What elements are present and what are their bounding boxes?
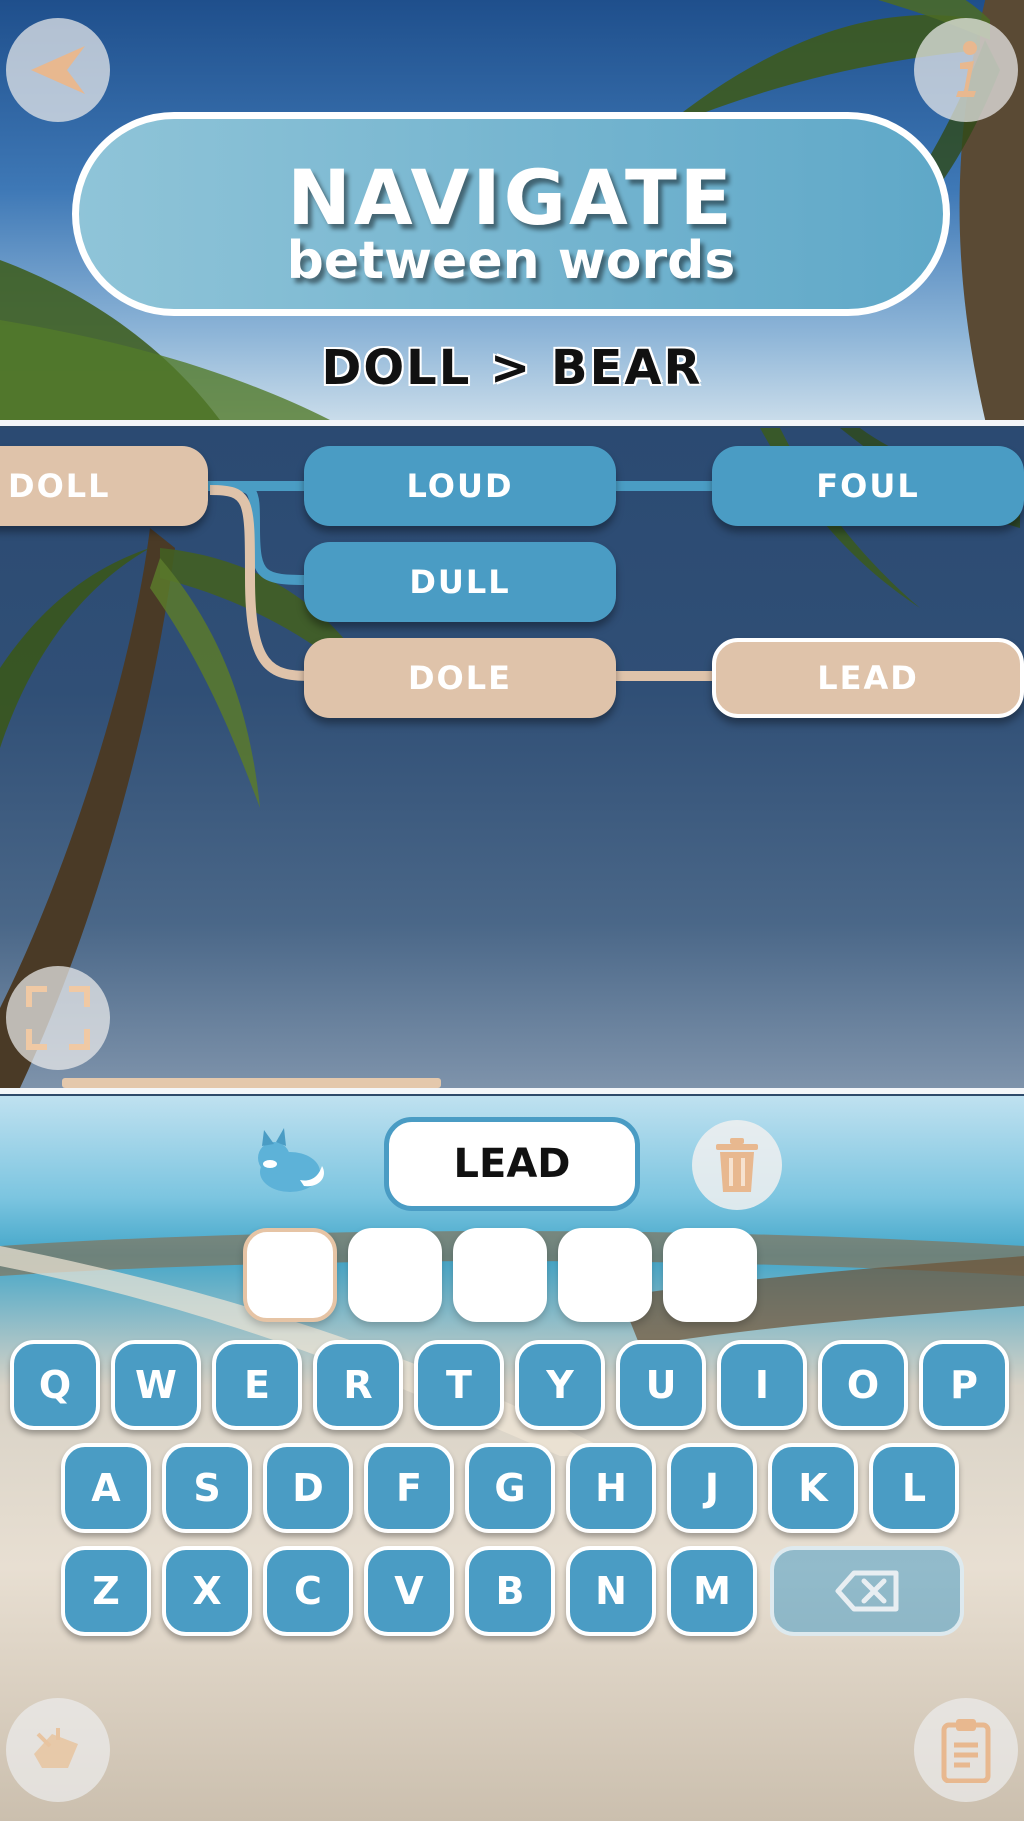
key-f[interactable]: F [364, 1443, 454, 1533]
backspace-icon [835, 1570, 899, 1612]
word-node-loud[interactable]: LOUD [304, 446, 616, 526]
key-w[interactable]: W [111, 1340, 201, 1430]
letter-slot[interactable] [663, 1228, 757, 1322]
key-h[interactable]: H [566, 1443, 656, 1533]
key-s[interactable]: S [162, 1443, 252, 1533]
key-u[interactable]: U [616, 1340, 706, 1430]
banner-subtitle: between words [286, 231, 736, 291]
key-l[interactable]: L [869, 1443, 959, 1533]
letter-slot[interactable] [558, 1228, 652, 1322]
fox-mascot [258, 1128, 324, 1192]
letter-slot[interactable] [453, 1228, 547, 1322]
info-icon [956, 41, 977, 97]
clipboard-icon [941, 1719, 991, 1783]
current-word-display: LEAD [384, 1117, 640, 1211]
key-b[interactable]: B [465, 1546, 555, 1636]
key-g[interactable]: G [465, 1443, 555, 1533]
key-e[interactable]: E [212, 1340, 302, 1430]
key-y[interactable]: Y [515, 1340, 605, 1430]
key-x[interactable]: X [162, 1546, 252, 1636]
backspace-key[interactable] [770, 1546, 964, 1636]
key-q[interactable]: Q [10, 1340, 100, 1430]
key-r[interactable]: R [313, 1340, 403, 1430]
fullscreen-icon [26, 986, 90, 1050]
section-divider [0, 420, 1024, 426]
key-i[interactable]: I [717, 1340, 807, 1430]
word-node-dull[interactable]: DULL [304, 542, 616, 622]
key-k[interactable]: K [768, 1443, 858, 1533]
hint-icon [34, 1728, 78, 1768]
letter-slot[interactable] [348, 1228, 442, 1322]
key-v[interactable]: V [364, 1546, 454, 1636]
key-c[interactable]: C [263, 1546, 353, 1636]
banner-title: NAVIGATE [287, 153, 735, 242]
puzzle-label: DOLL > BEAR [321, 340, 703, 396]
key-t[interactable]: T [414, 1340, 504, 1430]
key-p[interactable]: P [919, 1340, 1009, 1430]
section-divider [0, 1088, 1024, 1094]
fullscreen-button[interactable] [6, 966, 110, 1070]
key-z[interactable]: Z [61, 1546, 151, 1636]
key-j[interactable]: J [667, 1443, 757, 1533]
word-node-doll[interactable]: DOLL [0, 446, 208, 526]
info-button[interactable] [914, 18, 1018, 122]
word-node-lead[interactable]: LEAD [712, 638, 1024, 718]
back-arrow-icon [31, 46, 85, 94]
hint-button[interactable] [6, 1698, 110, 1802]
word-node-foul[interactable]: FOUL [712, 446, 1024, 526]
word-node-dole[interactable]: DOLE [304, 638, 616, 718]
key-o[interactable]: O [818, 1340, 908, 1430]
key-m[interactable]: M [667, 1546, 757, 1636]
progress-bar [62, 1078, 441, 1088]
key-d[interactable]: D [263, 1443, 353, 1533]
title-banner: NAVIGATE between words [72, 112, 950, 316]
letter-slot[interactable] [243, 1228, 337, 1322]
clear-button[interactable] [692, 1120, 782, 1210]
key-n[interactable]: N [566, 1546, 656, 1636]
key-a[interactable]: A [61, 1443, 151, 1533]
trash-icon [716, 1138, 758, 1192]
back-button[interactable] [6, 18, 110, 122]
clipboard-button[interactable] [914, 1698, 1018, 1802]
